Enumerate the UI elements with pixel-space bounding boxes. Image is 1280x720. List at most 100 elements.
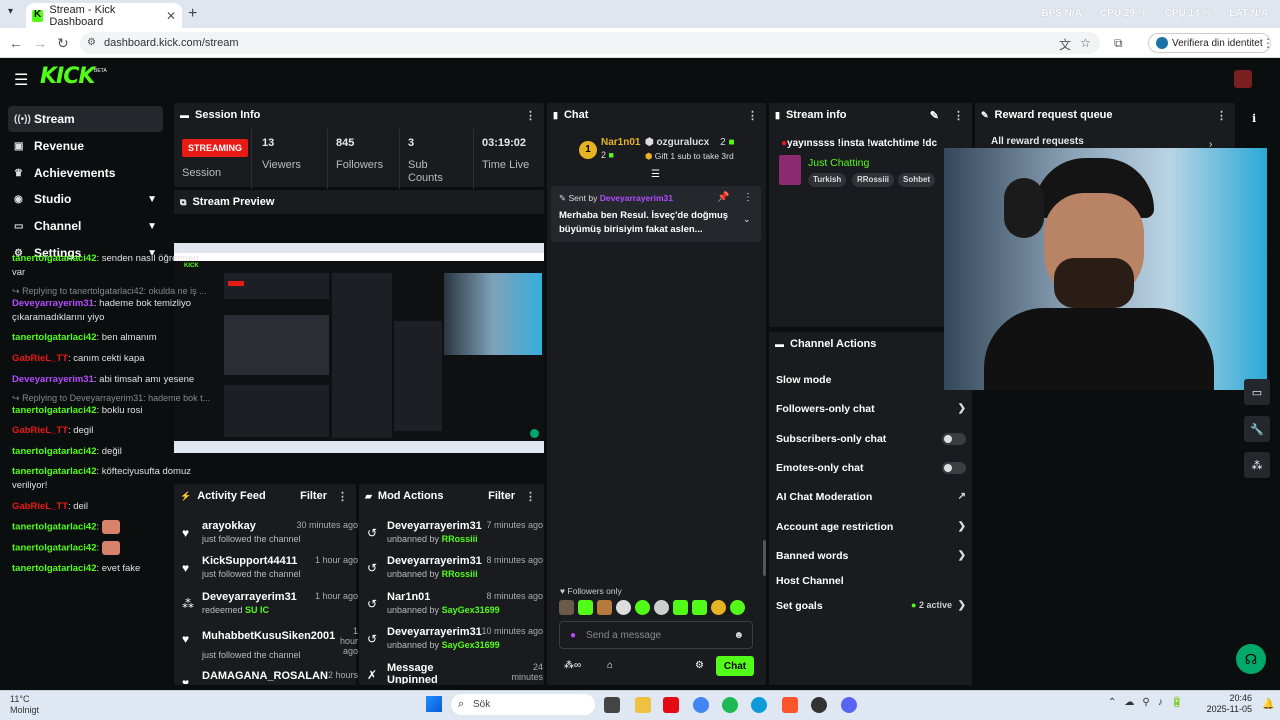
leaderboard-toggle-icon[interactable]: ☰ [651,169,660,180]
sidebar-item-revenue[interactable]: ▣ Revenue [8,133,163,159]
task-view-icon[interactable] [604,697,620,713]
emotes-only-toggle[interactable] [942,462,966,474]
verify-identity-button[interactable]: Verifiera din identitet [1148,33,1271,53]
discord-icon[interactable] [841,697,857,713]
sidebar-item-channel[interactable]: ▭ Channel ▼ [8,213,163,239]
chat-user[interactable]: Deveyarrayerim31 [12,298,94,309]
chat-message[interactable]: GabRieL_TT: deil [12,500,212,514]
more-options-icon[interactable]: ⋮ [743,192,753,203]
list-item[interactable]: ↺ Deveyarrayerim31 10 minutes ago unbanned … [363,626,543,660]
category-thumbnail[interactable] [779,155,801,185]
brave-icon[interactable] [782,697,798,713]
subscribers-only-toggle[interactable] [942,433,966,445]
chat-user[interactable]: tanertolgatarlaci42 [12,253,96,264]
rail-button-browser[interactable]: ▭ [1244,379,1270,405]
chat-message[interactable]: tanertolgatarlaci42: boklu rosi [12,404,212,418]
sidebar-item-achievements[interactable]: ♛ Achievements [8,160,163,186]
list-item[interactable]: ↺ Deveyarrayerim31 8 minutes ago unbanned b… [363,555,543,589]
emote-icon[interactable] [597,600,612,615]
new-tab-icon[interactable]: + [188,5,197,23]
unpin-icon[interactable]: 📌 [717,192,729,203]
rail-button-points[interactable]: ⁂ [1244,452,1270,478]
bookmark-star-icon[interactable]: ☆ [1080,36,1091,50]
edit-pencil-icon[interactable]: ✎ [930,109,939,122]
pinned-message[interactable]: ✎ Sent by Deveyarrayerim31 📌 ⋮ Merhaba b… [551,186,761,242]
chat-scrollbar[interactable] [763,540,766,576]
activity-filter-button[interactable]: Filter [300,490,327,502]
followers-only-row[interactable]: Followers-only chat ❯ [776,403,966,415]
emote-icon[interactable] [692,600,707,615]
emote-icon[interactable] [635,600,650,615]
more-options-icon[interactable]: ⋮ [953,109,964,122]
account-age-row[interactable]: Account age restriction ❯ [776,521,966,533]
host-channel-row[interactable]: Host Channel [776,575,966,587]
top-gifter-2[interactable]: ⬢ ozguralucx 2 ■ [645,137,734,148]
chat-user[interactable]: tanertolgatarlaci42 [12,466,96,477]
microphone-icon[interactable]: ● [570,630,576,641]
reload-icon[interactable]: ↻ [57,35,69,52]
chat-message[interactable]: tanertolgatarlaci42: evet fake [12,562,212,576]
subscribers-only-row[interactable]: Subscribers-only chat [776,433,966,445]
chat-message[interactable]: GabRieL_TT: degil [12,424,212,438]
hamburger-menu-icon[interactable]: ☰ [14,70,28,90]
more-options-icon[interactable]: ⋮ [337,490,348,503]
chrome-icon[interactable] [693,697,709,713]
more-options-icon[interactable]: ⋮ [525,490,536,503]
sidebar-item-studio[interactable]: ◉ Studio ▼ [8,186,163,212]
chat-message[interactable]: tanertolgatarlaci42: senden nasıl öğretm… [12,252,212,280]
all-reward-requests-link[interactable]: All reward requests [991,136,1084,147]
edge-icon[interactable] [751,697,767,713]
chat-message[interactable]: Deveyarrayerim31: abi timsah amı yesene [12,373,212,387]
banned-words-row[interactable]: Banned words ❯ [776,550,966,562]
info-rail-icon[interactable]: ℹ [1252,112,1256,125]
chat-user[interactable]: tanertolgatarlaci42 [12,563,96,574]
netflix-icon[interactable] [663,697,679,713]
list-item[interactable]: ⁂ Deveyarrayerim31 1 hour ago redeemed SU I… [178,591,358,625]
emote-icon[interactable] [654,600,669,615]
stream-tag[interactable]: Turkish [808,173,847,187]
chat-user[interactable]: Deveyarrayerim31 [12,374,94,385]
chat-user[interactable]: tanertolgatarlaci42 [12,332,96,343]
chat-user[interactable]: GabRieL_TT [12,353,68,364]
emote-icon[interactable] [578,600,593,615]
spotify-icon[interactable] [722,697,738,713]
list-item[interactable]: ♥ DAMAGANA_ROSALAN 2 hours [178,670,358,684]
chat-settings-icon[interactable]: ⚙ [695,660,704,671]
store-icon[interactable]: ⌂ [607,660,613,671]
ai-moderation-row[interactable]: AI Chat Moderation ↗ [776,491,966,503]
help-headset-button[interactable]: ☊ [1236,644,1266,674]
taskbar-clock[interactable]: 20:46 2025-11-05 [1206,693,1252,715]
chevron-down-icon[interactable]: ⌄ [743,214,751,225]
user-avatar[interactable] [1234,70,1252,88]
chat-user[interactable]: tanertolgatarlaci42 [12,543,96,554]
back-icon[interactable]: ← [9,35,23,51]
chat-user[interactable]: GabRieL_TT [12,501,68,512]
browser-menu-icon[interactable]: ⋮ [1262,36,1274,50]
top-gifter-1[interactable]: Nar1n01 [601,137,640,148]
forward-icon[interactable]: → [33,35,47,51]
emote-icon[interactable] [730,600,745,615]
close-tab-icon[interactable]: ✕ [166,9,176,23]
notifications-bell-icon[interactable]: 🔔 [1262,699,1274,710]
start-windows-icon[interactable] [426,696,442,712]
emote-icon[interactable] [711,600,726,615]
chat-input[interactable]: ● Send a message ☻ [559,621,753,649]
chat-message[interactable]: tanertolgatarlaci42: [12,520,212,535]
browser-tab[interactable]: Stream - Kick Dashboard ✕ [26,3,182,28]
emote-icon[interactable] [616,600,631,615]
chat-message[interactable]: tanertolgatarlaci42: [12,541,212,556]
category-link[interactable]: Just Chatting [808,157,869,169]
chat-message[interactable]: Deveyarrayerim31: hademe bok temizliyo ç… [12,297,212,325]
weather-widget[interactable]: 11°C Molnigt [10,694,39,716]
translate-icon[interactable]: 文 [1059,36,1071,53]
send-chat-button[interactable]: Chat [716,656,754,676]
stream-tag[interactable]: RRossiii [852,173,895,187]
emote-icon[interactable] [559,600,574,615]
chat-message[interactable]: tanertolgatarlaci42: köfteciyusufta domu… [12,465,212,493]
gift-sub-prompt[interactable]: ⬢ Gift 1 sub to take 3rd [645,151,734,162]
more-options-icon[interactable]: ⋮ [525,109,536,122]
mod-filter-button[interactable]: Filter [488,490,515,502]
site-info-icon[interactable]: ⚙ [87,37,96,48]
chat-user[interactable]: tanertolgatarlaci42 [12,446,96,457]
chat-user[interactable]: tanertolgatarlaci42 [12,522,96,533]
